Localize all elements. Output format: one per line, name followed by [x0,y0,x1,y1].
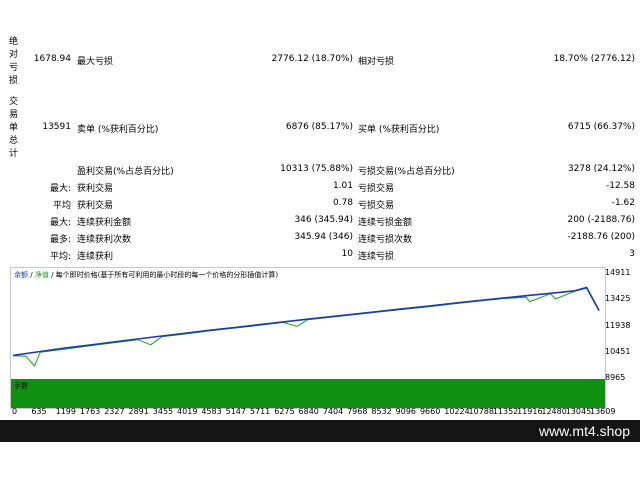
x-tick-label: 13045 [565,407,592,416]
max-consecutive-wins-amount-value: 346 (345.94) [294,215,353,225]
largest-loss-label: 亏损交易 [358,184,395,194]
short-positions-label: 卖单 (%获利百分比) [77,125,159,135]
x-tick-label: 1199 [55,407,76,416]
loss-trades-value: 3278 (24.12%) [567,164,635,174]
x-tick-label: 13609 [590,407,616,416]
x-tick-label: 12480 [541,407,567,416]
average-label: 平均 [52,201,71,211]
y-tick-label: 13425 [605,294,631,304]
avg-consecutive-wins-value: 10 [341,249,353,259]
max-consecutive-losses-count-value: -2188.76 (200) [567,232,635,242]
loss-trades-label: 亏损交易(%占总百分比) [358,167,455,177]
max-consecutive-wins-count-label: 连续获利次数 [77,235,132,245]
x-tick-label: 10788 [468,407,494,416]
y-tick-label: 8965 [605,373,626,382]
x-tick-label: 2327 [104,407,125,416]
largest-profit-label: 获利交易 [77,184,114,194]
bottom-blank [0,442,640,480]
volume-bar [11,379,605,408]
profit-trades-label: 盈利交易(%占总百分比) [77,167,174,177]
max-consecutive-losses-amount-label: 连续亏损金额 [358,218,413,228]
x-tick-label: 10224 [444,407,470,416]
avg-consecutive-losses-label: 连续亏损 [358,252,395,262]
largest-profit-value: 1.01 [332,181,353,191]
maximal-label: 最多: [49,235,71,245]
section-label-trade-summary: 交 易 单 总 计 [9,97,19,159]
y-tick-label: 14911 [605,268,631,277]
average-profit-label: 获利交易 [77,201,114,211]
x-tick-label: 4019 [177,407,198,416]
x-tick-label: 1763 [79,407,101,416]
section-label-absolute-drawdown: 绝 对 亏 损 [9,37,19,86]
x-tick-label: 9096 [395,407,417,416]
x-tick-label: 6275 [274,407,295,416]
average-profit-value: 0.78 [332,198,353,208]
x-tick-label: 9660 [419,407,441,416]
long-positions-label: 买单 (%获利百分比) [358,125,440,135]
x-tick-label: 5711 [249,407,271,416]
report-table: 绝 对 亏 损 交 易 单 总 计 1678.94 最大亏损 2776.12 (… [0,34,640,264]
average-loss-label: 亏损交易 [358,201,395,211]
y-tick-label: 10451 [605,346,631,356]
x-tick-label: 5147 [225,407,246,416]
profit-trades-value: 10313 (75.88%) [280,164,353,174]
maximum-label: 最大: [49,218,71,228]
equity-line [12,287,600,367]
avg-consecutive-wins-label: 连续获利 [77,252,114,262]
max-consecutive-losses-amount-value: 200 (-2188.76) [567,215,635,225]
x-tick-label: 0 [12,407,18,416]
chart-plot [11,286,605,408]
absolute-drawdown-value: 1678.94 [33,54,71,64]
max-consecutive-wins-count-value: 345.94 (346) [294,232,353,242]
short-positions-value: 6876 (85.17%) [285,122,353,132]
y-tick-label: 11938 [605,320,631,330]
average-consecutive-label: 平均: [49,252,71,262]
x-tick-label: 2891 [128,407,149,416]
x-tick-label: 635 [31,407,47,416]
relative-drawdown-value: 18.70% (2776.12) [553,54,635,64]
top-blank [0,0,640,34]
x-tick-label: 11916 [517,407,543,416]
footer-bar: www.mt4.shop [0,420,640,442]
max-drawdown-label: 最大亏损 [77,57,114,67]
max-drawdown-value: 2776.12 (18.70%) [271,54,353,64]
x-tick-label: 6840 [298,407,319,416]
total-trades-value: 13591 [42,122,71,132]
max-consecutive-losses-count-label: 连续亏损次数 [358,235,413,245]
footer-brand: www.mt4.shop [538,423,630,439]
relative-drawdown-label: 相对亏损 [358,57,395,67]
max-consecutive-wins-amount-label: 连续获利金额 [77,218,132,228]
balance-chart: 余额 / 净值 / 每个即时价格(基于所有可利用的最小时段的每一个价格的分形插值… [10,267,606,409]
x-tick-label: 8532 [371,407,392,416]
largest-loss-value: -12.58 [605,181,635,191]
x-tick-label: 4583 [201,407,222,416]
volume-label: 手数 [14,382,28,390]
x-tick-label: 3455 [152,407,174,416]
largest-label: 最大: [49,184,71,194]
long-positions-value: 6715 (66.37%) [567,122,635,132]
x-tick-label: 7404 [322,407,344,416]
x-tick-label: 7968 [347,407,368,416]
avg-consecutive-losses-value: 3 [629,249,635,259]
balance-line [12,286,600,357]
x-tick-label: 11352 [492,407,519,416]
average-loss-value: -1.62 [611,198,635,208]
